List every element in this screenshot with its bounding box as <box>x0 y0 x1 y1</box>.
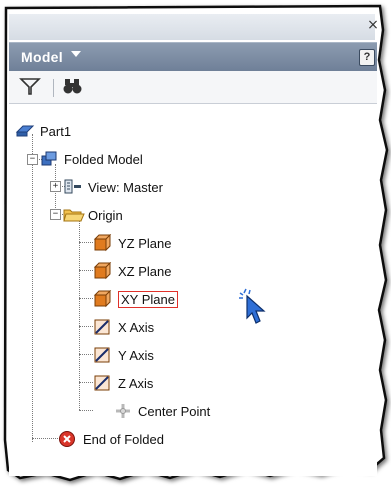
tree-item-end-of-folded[interactable]: End of Folded <box>58 428 164 450</box>
axis-icon <box>93 318 113 336</box>
tree-item-x-axis[interactable]: X Axis <box>93 316 154 338</box>
tree-item-label: View: Master <box>88 179 163 195</box>
plane-icon <box>93 233 113 252</box>
tree-item-label: YZ Plane <box>118 235 172 251</box>
tree-line <box>32 134 33 442</box>
panel-header: Model ? <box>9 42 377 71</box>
view-rep-icon <box>63 178 83 196</box>
toolbar-divider <box>53 79 54 97</box>
collapse-toggle[interactable]: − <box>50 209 61 220</box>
tree-item-part1[interactable]: Part1 <box>15 120 71 142</box>
panel-top-strip <box>9 14 375 40</box>
close-button[interactable]: × <box>366 17 380 33</box>
tree-item-label: Z Axis <box>118 375 154 391</box>
part-icon <box>15 122 35 140</box>
tree-line <box>79 242 93 243</box>
tree-line <box>79 298 93 299</box>
tree-item-label: XZ Plane <box>118 263 172 279</box>
tree-line <box>79 270 93 271</box>
tree-item-y-axis[interactable]: Y Axis <box>93 344 154 366</box>
binoculars-icon[interactable] <box>61 76 85 98</box>
axis-icon <box>93 374 113 392</box>
folder-icon <box>63 206 85 224</box>
tree-item-view-master[interactable]: View: Master <box>63 176 163 198</box>
tree-item-label: XY Plane <box>118 290 178 308</box>
sheet-metal-icon <box>39 150 59 168</box>
mouse-cursor-icon <box>239 288 266 324</box>
chevron-down-icon[interactable] <box>71 51 81 57</box>
browser-toolbar <box>9 71 377 104</box>
tree-line <box>79 326 93 327</box>
end-of-part-icon <box>58 430 78 448</box>
tree-item-center-point[interactable]: Center Point <box>113 400 210 422</box>
tree-item-z-axis[interactable]: Z Axis <box>93 372 153 394</box>
filter-icon[interactable] <box>19 76 43 98</box>
tree-line <box>32 438 58 439</box>
tree-item-xy-plane[interactable]: XY Plane <box>93 288 178 310</box>
tree-line <box>79 382 93 383</box>
tree-item-origin[interactable]: Origin <box>63 204 123 226</box>
plane-icon <box>93 261 113 280</box>
tree-item-label: Folded Model <box>64 151 143 167</box>
model-browser-tree: − + − Part1 Folded Model View: Master Or… <box>9 104 377 476</box>
tree-item-folded-model[interactable]: Folded Model <box>39 148 143 170</box>
tree-item-label: Part1 <box>40 123 72 139</box>
expand-toggle[interactable]: + <box>50 181 61 192</box>
point-icon <box>113 402 133 420</box>
axis-icon <box>93 346 113 364</box>
tree-item-label: End of Folded <box>83 431 164 447</box>
tree-item-label: Center Point <box>138 403 211 419</box>
tree-item-label: Origin <box>88 207 123 223</box>
tree-item-xz-plane[interactable]: XZ Plane <box>93 260 171 282</box>
plane-icon <box>93 289 113 308</box>
tree-item-yz-plane[interactable]: YZ Plane <box>93 232 171 254</box>
collapse-toggle[interactable]: − <box>27 154 38 165</box>
tree-line <box>79 410 93 411</box>
panel-title[interactable]: Model <box>21 49 63 65</box>
tree-line <box>79 354 93 355</box>
tree-item-label: X Axis <box>118 319 155 335</box>
tree-item-label: Y Axis <box>118 347 154 363</box>
help-button[interactable]: ? <box>359 49 375 66</box>
